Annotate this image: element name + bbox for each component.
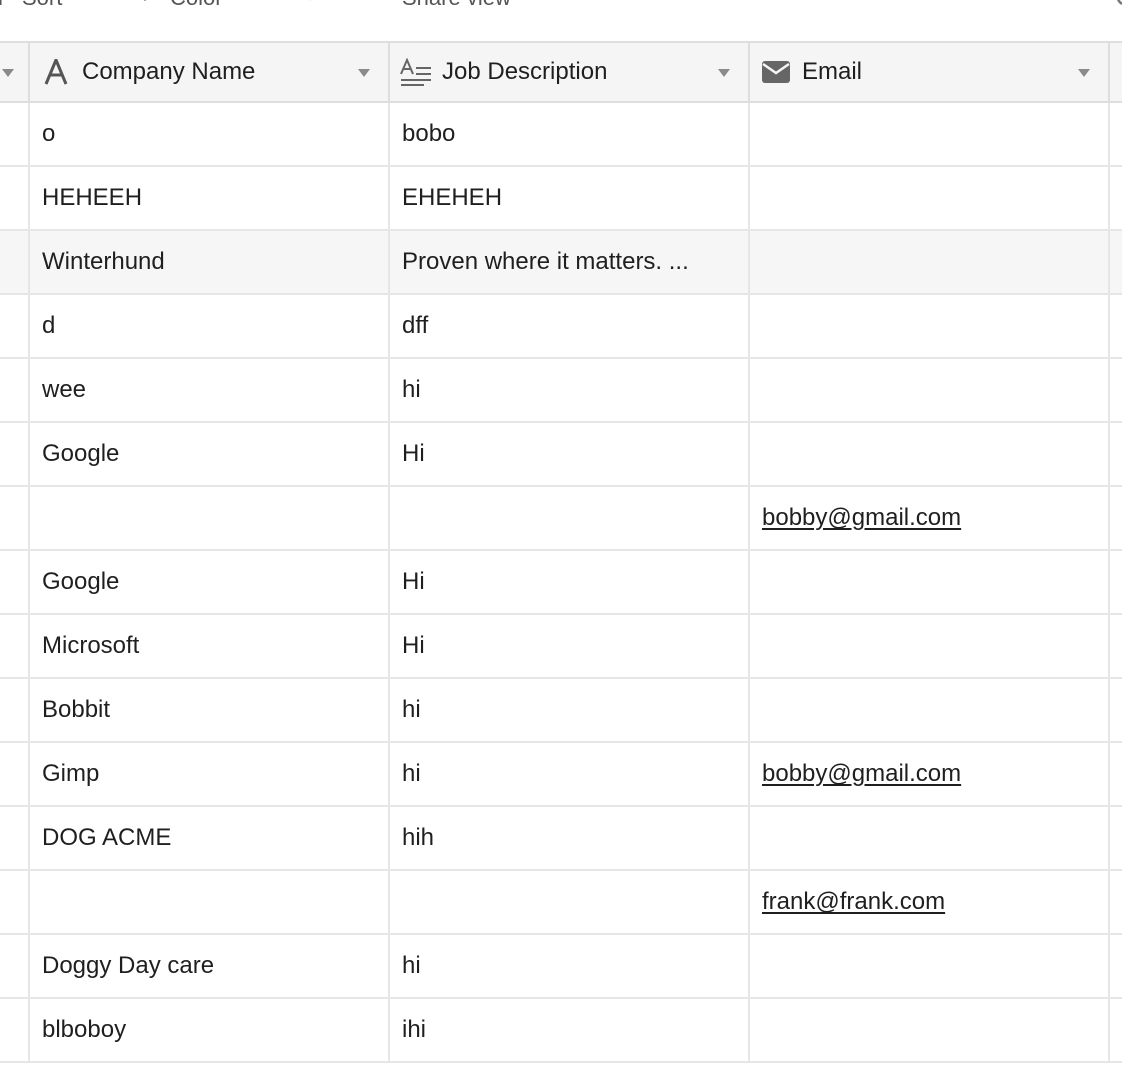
table-row[interactable]: Microsoft Hi <box>0 615 1122 679</box>
company-cell[interactable]: Bobbit <box>30 679 386 741</box>
table-row[interactable]: wee hi <box>0 359 1122 423</box>
description-cell[interactable] <box>390 871 746 933</box>
description-cell[interactable]: hi <box>390 679 746 741</box>
description-cell[interactable]: Proven where it matters. ... <box>390 231 746 293</box>
table-row[interactable]: frank@frank.com <box>0 871 1122 935</box>
column-label: Email <box>802 58 863 85</box>
description-cell[interactable]: ihi <box>390 999 746 1061</box>
company-cell[interactable]: HEHEEH <box>30 167 386 229</box>
email-cell[interactable] <box>750 679 1106 741</box>
table-row[interactable]: o bobo <box>0 103 1122 167</box>
email-cell[interactable] <box>750 103 1106 165</box>
email-cell[interactable] <box>750 807 1106 869</box>
company-cell[interactable]: blboboy <box>30 999 386 1061</box>
email-cell[interactable] <box>750 295 1106 357</box>
toolbar: Sort Color Share view <box>0 0 1122 40</box>
overflow-icon[interactable] <box>1108 0 1122 15</box>
description-cell[interactable]: hih <box>390 807 746 869</box>
share-view-button[interactable]: Share view <box>368 0 511 10</box>
email-cell[interactable] <box>750 231 1106 293</box>
table-row[interactable]: Bobbit hi <box>0 679 1122 743</box>
share-view-label: Share view <box>402 0 511 11</box>
email-cell[interactable] <box>750 167 1106 229</box>
description-cell[interactable]: Hi <box>390 615 746 677</box>
sort-icon <box>0 0 10 11</box>
company-cell[interactable]: Google <box>30 551 386 613</box>
company-cell[interactable]: d <box>30 295 386 357</box>
description-cell[interactable]: bobo <box>390 103 746 165</box>
description-cell[interactable]: hi <box>390 935 746 997</box>
company-cell[interactable]: Google <box>30 423 386 485</box>
email-link[interactable]: bobby@gmail.com <box>762 504 961 532</box>
email-cell[interactable]: bobby@gmail.com <box>750 743 1106 805</box>
company-cell[interactable] <box>30 487 386 549</box>
table-row[interactable]: HEHEEH EHEHEH <box>0 167 1122 231</box>
sort-label: Sort <box>22 0 62 11</box>
email-cell[interactable] <box>750 551 1106 613</box>
grid-header: Company Name Job Description Email <box>0 41 1122 103</box>
table-row[interactable]: d dff <box>0 295 1122 359</box>
company-cell[interactable]: Gimp <box>30 743 386 805</box>
long-text-icon <box>400 58 432 86</box>
table-row[interactable]: blboboy ihi <box>0 999 1122 1063</box>
description-cell[interactable]: Hi <box>390 551 746 613</box>
grid-body: o bobo HEHEEH EHEHEH Winterhund Proven w… <box>0 103 1122 1063</box>
email-cell[interactable] <box>750 423 1106 485</box>
column-header-email[interactable]: Email <box>750 43 1108 101</box>
company-cell[interactable]: DOG ACME <box>30 807 386 869</box>
table-row[interactable]: Doggy Day care hi <box>0 935 1122 999</box>
chevron-down-icon <box>2 69 14 77</box>
description-cell[interactable]: Hi <box>390 423 746 485</box>
color-button[interactable]: Color <box>132 0 223 10</box>
company-cell[interactable]: Microsoft <box>30 615 386 677</box>
description-cell[interactable]: hi <box>390 743 746 805</box>
next-column-header[interactable] <box>1110 43 1122 101</box>
company-cell[interactable]: Winterhund <box>30 231 386 293</box>
email-cell[interactable]: frank@frank.com <box>750 871 1106 933</box>
sort-button[interactable]: Sort <box>0 0 62 10</box>
email-cell[interactable] <box>750 615 1106 677</box>
column-label: Job Description <box>442 58 608 85</box>
company-cell[interactable] <box>30 871 386 933</box>
company-cell[interactable]: o <box>30 103 386 165</box>
chevron-down-icon[interactable] <box>358 69 370 77</box>
table-row[interactable]: DOG ACME hih <box>0 807 1122 871</box>
email-cell[interactable]: bobby@gmail.com <box>750 487 1106 549</box>
envelope-icon <box>762 61 790 83</box>
data-grid: Company Name Job Description Email o bob… <box>0 41 1122 1063</box>
table-row[interactable]: Google Hi <box>0 423 1122 487</box>
description-cell[interactable]: EHEHEH <box>390 167 746 229</box>
description-cell[interactable]: dff <box>390 295 746 357</box>
share-icon <box>368 0 390 11</box>
company-cell[interactable]: wee <box>30 359 386 421</box>
column-header-company-name[interactable]: Company Name <box>30 43 388 101</box>
table-row[interactable]: Winterhund Proven where it matters. ... <box>0 231 1122 295</box>
email-cell[interactable] <box>750 999 1106 1061</box>
chevron-down-icon[interactable] <box>1078 69 1090 77</box>
email-link[interactable]: frank@frank.com <box>762 888 945 916</box>
column-header-job-description[interactable]: Job Description <box>390 43 748 101</box>
text-a-icon <box>44 59 68 85</box>
table-row[interactable]: Google Hi <box>0 551 1122 615</box>
table-row[interactable]: bobby@gmail.com <box>0 487 1122 551</box>
column-label: Company Name <box>82 58 256 85</box>
chevron-down-icon[interactable] <box>718 69 730 77</box>
color-label: Color <box>170 0 223 11</box>
description-cell[interactable] <box>390 487 746 549</box>
row-height-icon <box>286 0 316 11</box>
email-cell[interactable] <box>750 359 1106 421</box>
row-height-button[interactable] <box>286 0 328 10</box>
email-link[interactable]: bobby@gmail.com <box>762 760 961 788</box>
description-cell[interactable]: hi <box>390 359 746 421</box>
email-cell[interactable] <box>750 935 1106 997</box>
paint-bucket-icon <box>132 0 158 11</box>
table-row[interactable]: Gimp hi bobby@gmail.com <box>0 743 1122 807</box>
previous-column-header[interactable] <box>0 43 28 101</box>
company-cell[interactable]: Doggy Day care <box>30 935 386 997</box>
